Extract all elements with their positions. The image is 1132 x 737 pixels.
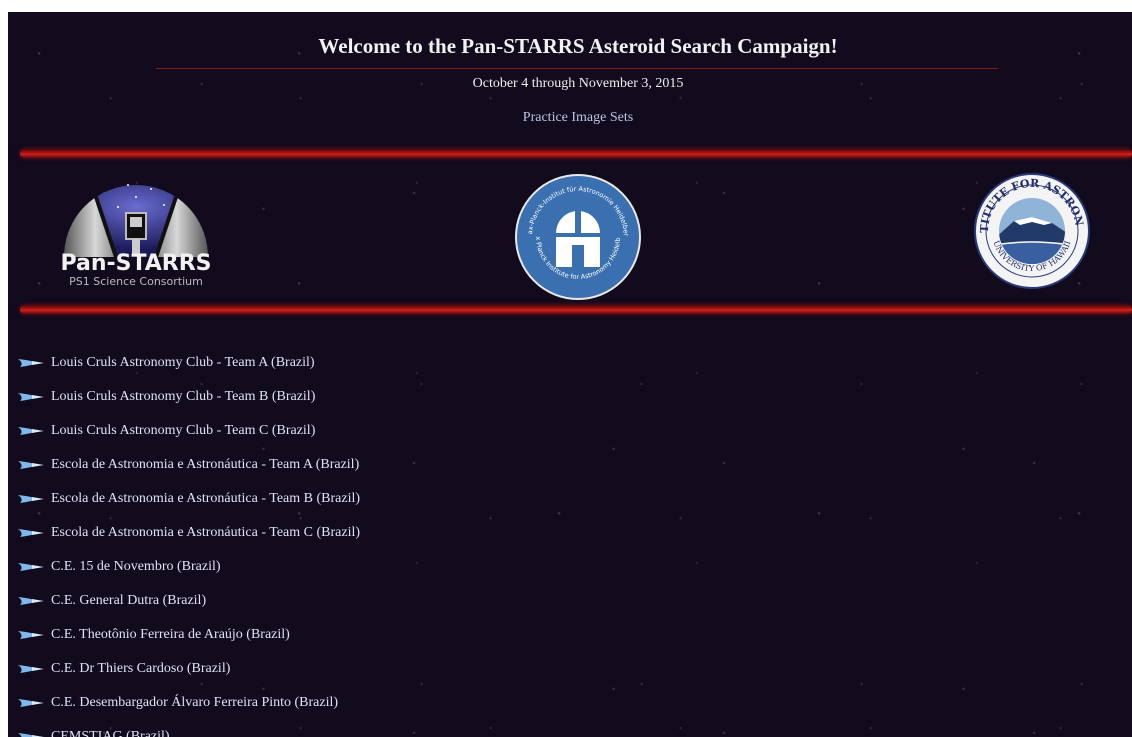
list-item: Escola de Astronomia e Astronáutica - Te… [8, 457, 708, 491]
team-list: Louis Cruls Astronomy Club - Team A (Bra… [8, 355, 708, 737]
list-item: Louis Cruls Astronomy Club - Team C (Bra… [8, 423, 708, 457]
campaign-dates: October 4 through November 3, 2015 [472, 76, 684, 91]
practice-image-sets-link[interactable]: Practice Image Sets [8, 110, 1132, 126]
list-item: Escola de Astronomia e Astronáutica - Te… [8, 525, 708, 559]
blue-comet-bullet-icon [18, 495, 44, 503]
team-link[interactable]: CEMSTIAG (Brazil) [51, 729, 170, 737]
list-item: C.E. 15 de Novembro (Brazil) [8, 559, 708, 593]
blue-comet-bullet-icon [18, 631, 44, 639]
list-item: C.E. General Dutra (Brazil) [8, 593, 708, 627]
blue-comet-bullet-icon [18, 665, 44, 673]
ifa-logo[interactable]: INSTITUTE FOR ASTRONOMY UNIVERSITY OF HA… [968, 163, 1090, 289]
team-link[interactable]: C.E. Theotônio Ferreira de Araújo (Brazi… [51, 627, 290, 643]
blue-comet-bullet-icon [18, 563, 44, 571]
blue-comet-bullet-icon [18, 393, 44, 401]
team-link[interactable]: Escola de Astronomia e Astronáutica - Te… [51, 525, 360, 541]
team-link[interactable]: Louis Cruls Astronomy Club - Team C (Bra… [51, 423, 315, 439]
blue-comet-bullet-icon [18, 461, 44, 469]
blue-comet-bullet-icon [18, 597, 44, 605]
mpia-logo-graphic: Max-Planck-Institut für Astronomie Heide… [511, 167, 641, 300]
red-divider-bottom [20, 305, 1132, 314]
list-item: C.E. Dr Thiers Cardoso (Brazil) [8, 661, 708, 695]
blue-comet-bullet-icon [18, 359, 44, 367]
team-link[interactable]: C.E. 15 de Novembro (Brazil) [51, 559, 221, 575]
list-item: Escola de Astronomia e Astronáutica - Te… [8, 491, 708, 525]
blue-comet-bullet-icon [18, 699, 44, 707]
team-link[interactable]: C.E. General Dutra (Brazil) [51, 593, 206, 609]
page-title: Welcome to the Pan-STARRS Asteroid Searc… [318, 34, 838, 58]
list-item: Louis Cruls Astronomy Club - Team B (Bra… [8, 389, 708, 423]
panstarrs-logo[interactable]: Pan-STARRS PS1 Science Consortium [56, 167, 216, 292]
blue-comet-bullet-icon [18, 733, 44, 737]
title-divider [156, 68, 998, 69]
page-background: Welcome to the Pan-STARRS Asteroid Searc… [8, 12, 1132, 737]
blue-comet-bullet-icon [18, 529, 44, 537]
team-link[interactable]: Louis Cruls Astronomy Club - Team B (Bra… [51, 389, 315, 405]
mpia-logo[interactable]: Max-Planck-Institut für Astronomie Heide… [511, 167, 642, 301]
ifa-logo-graphic: INSTITUTE FOR ASTRONOMY UNIVERSITY OF HA… [968, 163, 1090, 289]
list-item: C.E. Desembargador Álvaro Ferreira Pinto… [8, 695, 708, 729]
panstarrs-logo-graphic: Pan-STARRS PS1 Science Consortium [60, 184, 212, 288]
blue-comet-bullet-icon [18, 427, 44, 435]
svg-text:Pan-STARRS: Pan-STARRS [60, 251, 211, 276]
red-divider-top [20, 149, 1132, 158]
svg-text:PS1 Science Consortium: PS1 Science Consortium [69, 275, 203, 288]
list-item: Louis Cruls Astronomy Club - Team A (Bra… [8, 355, 708, 389]
team-link[interactable]: C.E. Desembargador Álvaro Ferreira Pinto… [51, 695, 338, 711]
team-link[interactable]: Escola de Astronomia e Astronáutica - Te… [51, 491, 360, 507]
team-link[interactable]: Louis Cruls Astronomy Club - Team A (Bra… [51, 355, 315, 371]
list-item: C.E. Theotônio Ferreira de Araújo (Brazi… [8, 627, 708, 661]
team-link[interactable]: C.E. Dr Thiers Cardoso (Brazil) [51, 661, 230, 677]
list-item: CEMSTIAG (Brazil) [8, 729, 708, 737]
team-link[interactable]: Escola de Astronomia e Astronáutica - Te… [51, 457, 359, 473]
